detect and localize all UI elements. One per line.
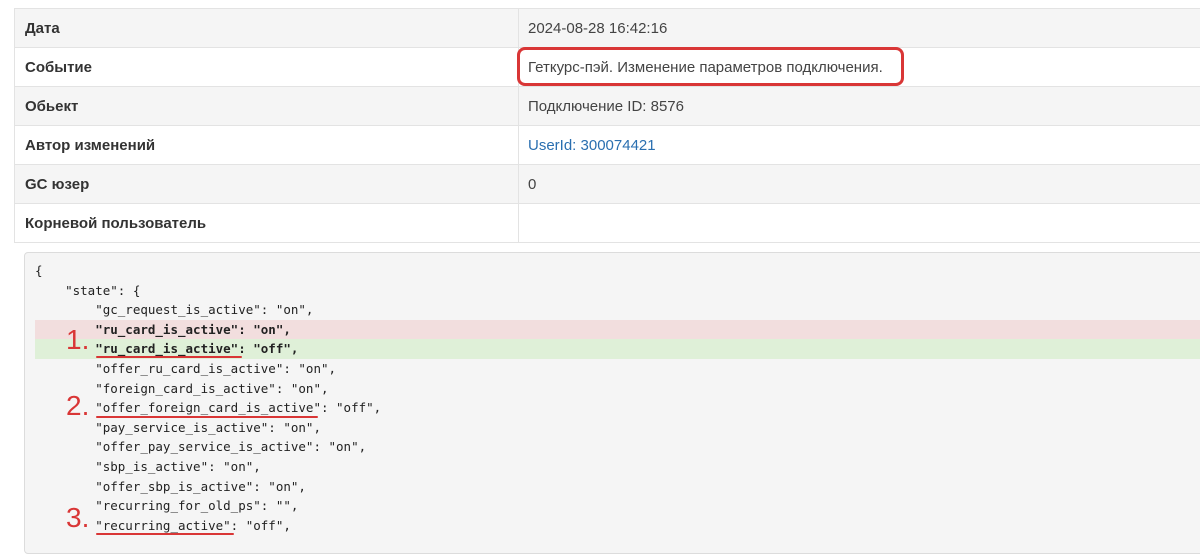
row-label: Событие [14,48,519,86]
row-label: Корневой пользователь [14,204,519,242]
row-label: Дата [14,9,519,47]
details-row-object: Обьект Подключение ID: 8576 [14,87,1200,126]
event-highlight-box [517,47,904,86]
details-row-author: Автор изменений UserId: 300074421 [14,126,1200,165]
annotation-underline-1 [96,356,242,358]
author-user-link[interactable]: UserId: 300074421 [519,126,1200,164]
annotation-marker-2: 2. [66,390,90,421]
row-value [519,204,1200,242]
code-line: "foreign_card_is_active": "on", [35,380,329,396]
code-line: "offer_foreign_card_is_active": "off", [35,400,382,416]
json-diff-block: { "state": { "gc_request_is_active": "on… [24,252,1200,554]
annotation-underline-2 [96,416,318,418]
details-row-root-user: Корневой пользователь [14,204,1200,243]
row-label: Обьект [14,87,519,125]
row-value: Подключение ID: 8576 [528,97,684,115]
code-line: "offer_sbp_is_active": "on", [35,478,306,494]
annotation-marker-1: 1. [66,324,90,355]
code-line: "recurring_for_old_ps": "", [35,498,299,514]
code-line: "sbp_is_active": "on", [35,459,261,474]
details-row-gc-user: GC юзер 0 [14,165,1200,204]
code-line: "offer_ru_card_is_active": "on", [35,361,337,376]
row-value: 0 [528,175,537,193]
row-label: GC юзер [14,165,519,203]
code-line: "state": { [35,282,141,298]
code-line: "gc_request_is_active": "on", [35,302,314,318]
code-line-removed: "ru_card_is_active": "on", [35,319,1200,340]
row-value: 2024-08-28 16:42:16 [528,19,668,37]
code-line: "pay_service_is_active": "on", [35,419,321,435]
code-line: "offer_pay_service_is_active": "on", [35,439,367,455]
details-table: Дата 2024-08-28 16:42:16 Событие Геткурс… [14,8,1200,243]
annotation-marker-3: 3. [66,502,90,533]
details-row-date: Дата 2024-08-28 16:42:16 [14,9,1200,48]
code-line: { [35,263,43,278]
annotation-underline-3 [96,533,234,535]
row-label: Автор изменений [14,126,519,164]
